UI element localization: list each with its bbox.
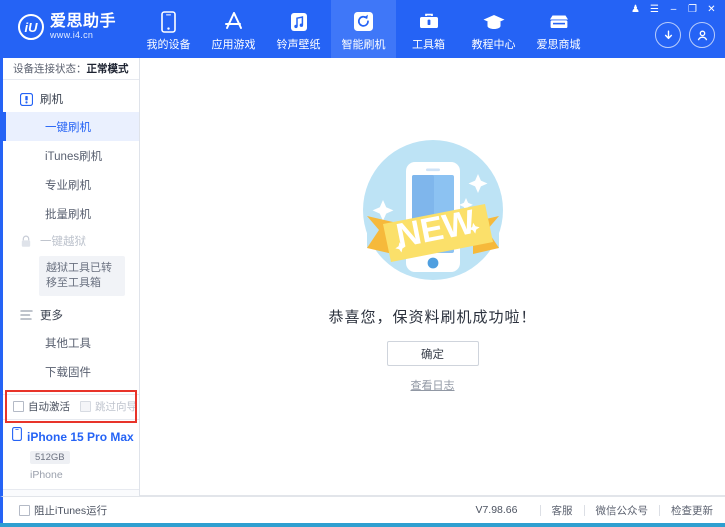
device-status-value: 正常模式	[86, 63, 129, 76]
brand-name: 爱思助手	[50, 13, 117, 30]
sidebar: 设备连接状态： 正常模式 刷机 一键刷机 iTunes刷机 专业刷机 批量刷机 …	[3, 58, 140, 496]
success-message: 恭喜您，保资料刷机成功啦！	[328, 309, 537, 326]
nav-label: 铃声壁纸	[276, 38, 321, 51]
app-header: iU 爱思助手 www.i4.cn 我的设备 应用游戏 铃声壁纸 智能刷机 工具…	[0, 0, 725, 58]
sidebar-item-batch-flash[interactable]: 批量刷机	[3, 199, 139, 228]
sidebar-item-label: iTunes刷机	[45, 150, 103, 163]
divider	[659, 504, 660, 516]
header-actions	[655, 22, 715, 48]
flash-icon	[19, 92, 33, 106]
sidebar-item-one-click-flash[interactable]: 一键刷机	[3, 112, 139, 142]
device-name-row: iPhone 15 Pro Max	[12, 427, 139, 446]
confirm-button[interactable]: 确定	[386, 341, 479, 366]
menu-icon[interactable]: ☰	[645, 2, 664, 17]
device-name: iPhone 15 Pro Max	[27, 429, 134, 444]
auto-activate-checkbox[interactable]: 自动激活	[13, 399, 70, 414]
brand-url: www.i4.cn	[50, 29, 94, 40]
wechat-link[interactable]: 微信公众号	[596, 503, 649, 518]
sidebar-item-other-tools[interactable]: 其他工具	[3, 328, 139, 357]
flash-options-row: 自动激活 跳过向导	[3, 389, 139, 423]
sidebar-item-itunes-flash[interactable]: iTunes刷机	[3, 141, 139, 170]
skip-wizard-checkbox[interactable]: 跳过向导	[80, 399, 137, 414]
jailbreak-moved-tooltip: 越狱工具已转移至工具箱	[39, 256, 125, 297]
account-icon[interactable]	[689, 22, 715, 48]
close-icon[interactable]: ✕	[702, 2, 721, 17]
status-bar-left: 阻止iTunes运行	[19, 503, 107, 518]
check-update-link[interactable]: 检查更新	[671, 503, 713, 518]
nav-item-toolbox[interactable]: 工具箱	[396, 0, 461, 58]
sidebar-item-pro-flash[interactable]: 专业刷机	[3, 170, 139, 199]
sidebar-item-label: 其他工具	[45, 337, 91, 350]
nav-item-tutorial-center[interactable]: 教程中心	[461, 0, 526, 58]
sidebar-item-label: 批量刷机	[45, 208, 91, 221]
checkbox-box	[13, 401, 24, 413]
store-icon	[547, 10, 571, 34]
sidebar-item-label: 专业刷机	[45, 179, 91, 192]
skin-icon[interactable]: ♟	[626, 2, 645, 17]
nav-label: 我的设备	[146, 38, 191, 51]
checkbox-label: 阻止iTunes运行	[34, 504, 108, 517]
sidebar-group-more[interactable]: 更多	[3, 302, 139, 328]
app-window: iU 爱思助手 www.i4.cn 我的设备 应用游戏 铃声壁纸 智能刷机 工具…	[0, 0, 725, 527]
graduation-cap-icon	[482, 10, 506, 34]
connected-device-card[interactable]: iPhone 15 Pro Max 512GB iPhone	[3, 419, 139, 489]
sidebar-group-jailbreak: 一键越狱	[3, 228, 139, 254]
nav-item-store[interactable]: 爱思商城	[526, 0, 591, 58]
nav-label: 教程中心	[471, 38, 516, 51]
device-status-label: 设备连接状态：	[13, 63, 87, 76]
sidebar-item-label: 下载固件	[45, 366, 91, 379]
main-nav: 我的设备 应用游戏 铃声壁纸 智能刷机 工具箱 教程中心 爱思商城	[136, 0, 591, 58]
checkbox-label: 跳过向导	[95, 401, 137, 414]
window-controls: ♟ ☰ – ❐ ✕	[626, 2, 721, 17]
checkbox-box	[80, 401, 91, 413]
sidebar-nav-tree: 刷机 一键刷机 iTunes刷机 专业刷机 批量刷机 一键越狱 越狱工具已转移至…	[3, 80, 139, 393]
version-label: V7.98.66	[475, 504, 518, 516]
sidebar-group-label: 刷机	[40, 94, 63, 107]
sidebar-item-label: 一键刷机	[45, 121, 91, 134]
nav-item-apps-games[interactable]: 应用游戏	[201, 0, 266, 58]
nav-label: 爱思商城	[536, 38, 581, 51]
more-icon	[19, 308, 33, 322]
phone-small-icon	[12, 427, 22, 446]
status-bar-right: V7.98.66 客服 微信公众号 检查更新	[475, 503, 713, 518]
refresh-icon	[354, 10, 373, 34]
music-icon	[290, 10, 308, 34]
sidebar-item-download-firmware[interactable]: 下载固件	[3, 357, 139, 386]
divider	[539, 504, 541, 516]
checkbox-label: 自动激活	[28, 401, 70, 414]
nav-label: 应用游戏	[211, 38, 256, 51]
nav-item-ringtones-wallpaper[interactable]: 铃声壁纸	[266, 0, 331, 58]
block-itunes-checkbox[interactable]: 阻止iTunes运行	[19, 503, 107, 518]
brand-text: 爱思助手 www.i4.cn	[50, 13, 117, 40]
appstore-icon	[222, 10, 246, 34]
minimize-icon[interactable]: –	[664, 2, 683, 17]
sidebar-item-advanced[interactable]: 高级功能	[3, 386, 139, 393]
maximize-icon[interactable]: ❐	[683, 2, 702, 17]
main-panel: NEW 恭喜您，保资料刷机成功啦！ 确定 查看日志	[140, 58, 725, 496]
sidebar-group-label: 一键越狱	[40, 236, 86, 249]
brand-icon: iU	[18, 14, 44, 41]
new-phone-badge-illustration: NEW	[353, 130, 513, 290]
phone-icon	[161, 10, 176, 34]
device-type: iPhone	[30, 469, 63, 481]
checkbox-box	[19, 504, 30, 516]
nav-item-smart-flash[interactable]: 智能刷机	[331, 0, 396, 58]
sidebar-group-flash[interactable]: 刷机	[3, 86, 139, 112]
download-icon[interactable]	[655, 22, 681, 48]
nav-label: 智能刷机	[341, 38, 386, 51]
status-bar: 阻止iTunes运行 V7.98.66 客服 微信公众号 检查更新	[0, 496, 725, 523]
nav-item-my-device[interactable]: 我的设备	[136, 0, 201, 58]
divider	[583, 504, 585, 516]
brand-logo-area: iU 爱思助手 www.i4.cn	[0, 0, 130, 41]
view-log-link[interactable]: 查看日志	[411, 377, 455, 393]
lock-icon	[19, 234, 33, 248]
nav-label: 工具箱	[412, 38, 445, 51]
device-connection-status: 设备连接状态： 正常模式	[3, 58, 139, 81]
toolbox-icon	[418, 10, 440, 34]
sidebar-group-label: 更多	[40, 310, 63, 323]
sidebar-filler	[3, 489, 139, 496]
support-link[interactable]: 客服	[552, 503, 573, 518]
device-capacity-badge: 512GB	[30, 451, 70, 464]
content-area: 设备连接状态： 正常模式 刷机 一键刷机 iTunes刷机 专业刷机 批量刷机 …	[0, 58, 725, 496]
